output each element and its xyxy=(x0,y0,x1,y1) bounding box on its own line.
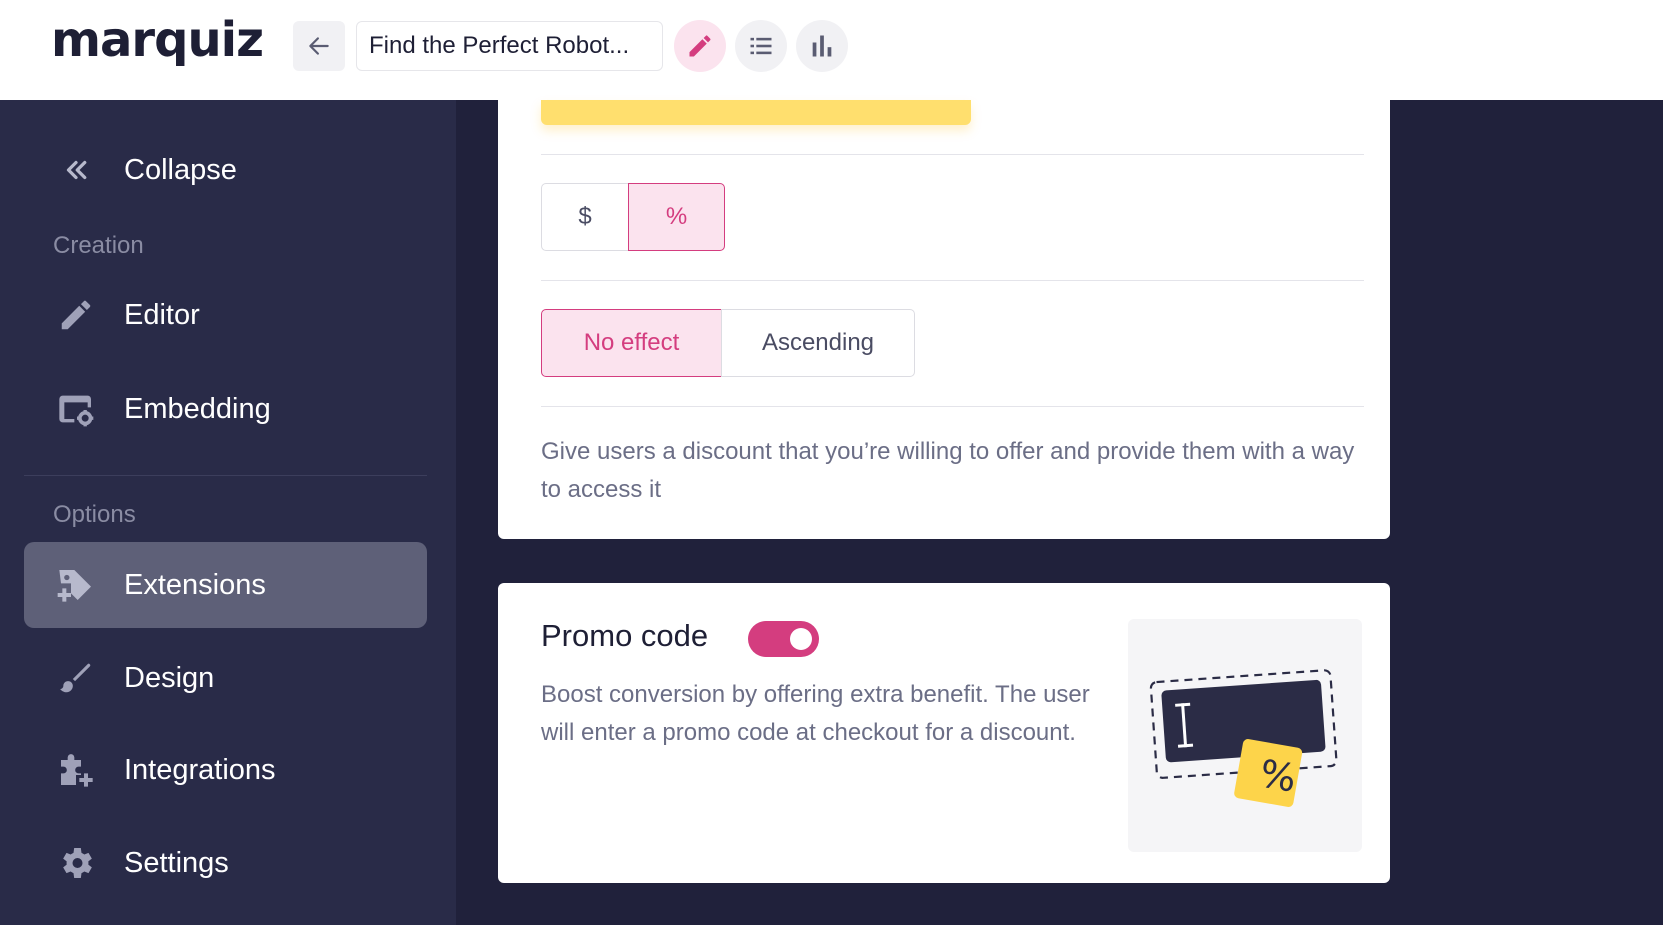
effect-no-effect-button[interactable]: No effect xyxy=(541,309,722,377)
sidebar-item-editor[interactable]: Editor xyxy=(24,272,427,358)
sidebar-collapse-label: Collapse xyxy=(124,153,237,186)
gear-icon xyxy=(54,841,98,885)
currency-percent-button[interactable]: % xyxy=(628,183,725,251)
coupon-illustration-icon xyxy=(1149,669,1338,807)
embed-icon xyxy=(54,387,98,431)
toggle-knob xyxy=(790,628,812,650)
divider xyxy=(541,406,1364,407)
sidebar-item-label: Integrations xyxy=(124,753,276,786)
promo-code-toggle[interactable] xyxy=(748,621,819,657)
divider xyxy=(541,280,1364,281)
promo-code-illustration: % xyxy=(1128,619,1362,852)
sidebar-item-extensions[interactable]: Extensions xyxy=(24,542,427,628)
highlight-bar xyxy=(541,100,971,125)
logo[interactable]: marquiz xyxy=(51,12,264,68)
sidebar-item-integrations[interactable]: Integrations xyxy=(24,727,427,813)
promo-code-description: Boost conversion by offering extra benef… xyxy=(541,681,1090,746)
sidebar-item-label: Embedding xyxy=(124,392,271,425)
responses-button[interactable] xyxy=(735,20,787,72)
brush-icon xyxy=(54,656,98,700)
pencil-icon xyxy=(54,293,98,337)
analytics-button[interactable] xyxy=(796,20,848,72)
promo-code-title: Promo code xyxy=(541,618,709,653)
tag-plus-icon xyxy=(54,563,98,607)
discount-description: Give users a discount that you’re willin… xyxy=(541,438,1355,503)
divider xyxy=(541,154,1364,155)
sidebar-item-label: Extensions xyxy=(124,568,266,601)
currency-toggle: $ % xyxy=(541,183,725,251)
effect-toggle: No effect Ascending xyxy=(541,309,915,377)
currency-dollar-button[interactable]: $ xyxy=(541,183,629,251)
effect-ascending-button[interactable]: Ascending xyxy=(721,309,915,377)
puzzle-plus-icon xyxy=(54,748,98,792)
section-options: Options xyxy=(53,501,136,528)
back-button[interactable] xyxy=(293,21,345,71)
sidebar: Collapse Creation Editor Embedding Optio… xyxy=(0,100,456,925)
list-icon xyxy=(750,37,772,55)
pencil-icon xyxy=(689,35,711,57)
bar-chart-icon xyxy=(812,35,832,57)
arrow-left-icon xyxy=(309,37,329,55)
discount-card: $ % No effect Ascending Give users a dis… xyxy=(498,100,1390,539)
sidebar-item-label: Design xyxy=(124,661,215,694)
sidebar-item-settings[interactable]: Settings xyxy=(24,820,427,906)
sidebar-item-embedding[interactable]: Embedding xyxy=(24,366,427,452)
sidebar-divider xyxy=(24,475,427,476)
section-creation: Creation xyxy=(53,232,144,259)
sidebar-item-label: Editor xyxy=(124,298,200,331)
edit-mode-button[interactable] xyxy=(674,20,726,72)
promo-code-card: Promo code Boost conversion by offering … xyxy=(498,583,1390,883)
top-header: marquiz Find the Perfect Robot... xyxy=(0,0,1663,100)
sidebar-item-label: Settings xyxy=(124,846,229,879)
sidebar-collapse[interactable]: Collapse xyxy=(24,127,427,213)
double-chevron-left-icon xyxy=(54,148,98,192)
sidebar-item-design[interactable]: Design xyxy=(24,635,427,721)
quiz-title-field[interactable]: Find the Perfect Robot... xyxy=(356,21,663,71)
